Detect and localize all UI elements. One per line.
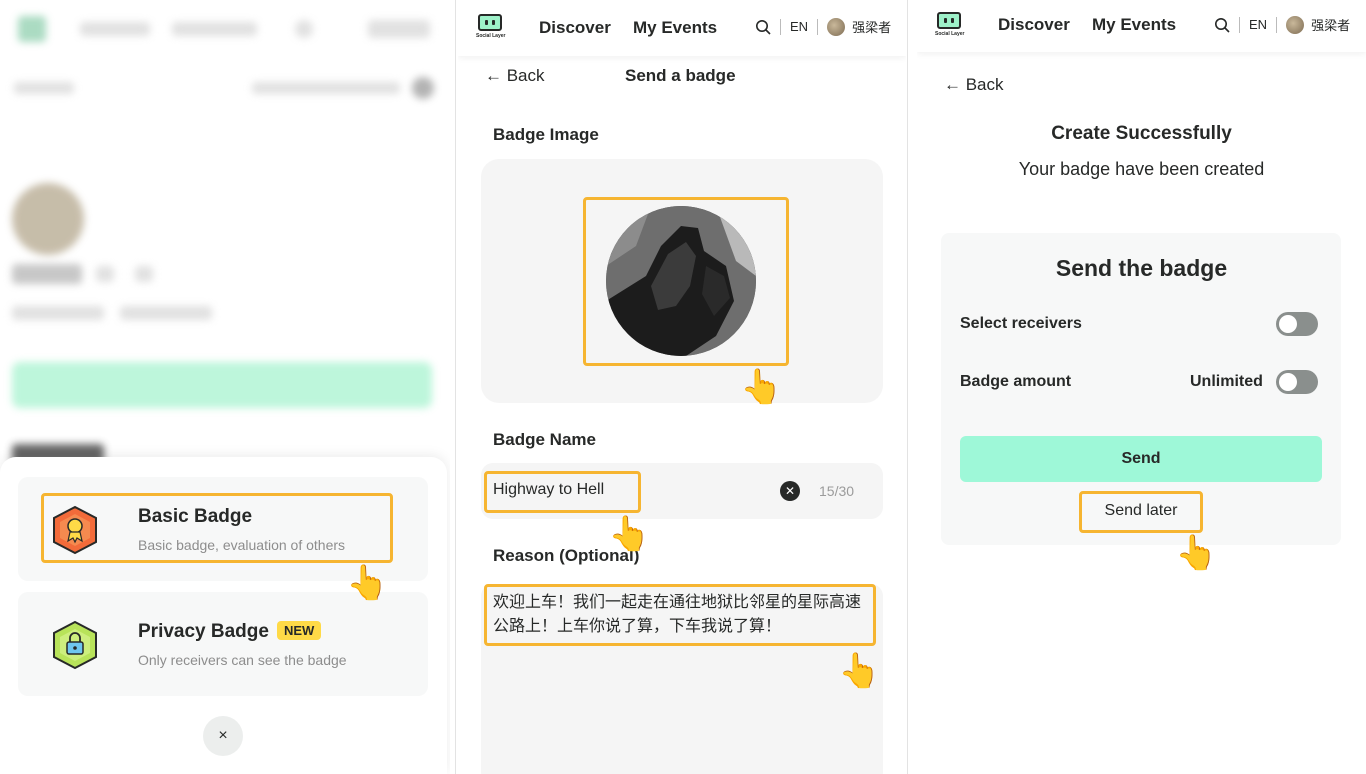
- send-later-button[interactable]: Send later: [1079, 491, 1203, 533]
- badge-name-label: Badge Name: [493, 430, 596, 449]
- badge-type-panel: Basic Badge Basic badge, evaluation of o…: [0, 0, 450, 774]
- avatar[interactable]: [1286, 15, 1305, 34]
- privacy-badge-desc: Only receivers can see the badge: [138, 652, 347, 668]
- nav-discover[interactable]: Discover: [539, 18, 611, 38]
- username[interactable]: 强梁者: [1311, 15, 1350, 34]
- badge-amount-value: Unlimited: [1190, 373, 1263, 390]
- send-badge-title: Send the badge: [1055, 255, 1228, 281]
- success-title: Create Successfully: [1051, 123, 1232, 144]
- username[interactable]: 强梁者: [852, 17, 891, 36]
- pointer-hand-icon: 👆: [608, 515, 651, 553]
- pointer-hand-icon: 👆: [1175, 534, 1218, 572]
- header-right: EN 强梁者: [1214, 15, 1350, 34]
- privacy-badge-title-wrap: Privacy Badge NEW: [138, 621, 322, 643]
- success-subtitle: Your badge have been created: [1018, 159, 1265, 179]
- pointer-hand-icon: 👆: [740, 368, 783, 406]
- basic-badge-desc: Basic badge, evaluation of others: [138, 537, 346, 553]
- panel-divider: [455, 0, 456, 774]
- panel-divider: [907, 0, 908, 774]
- nav-discover[interactable]: Discover: [998, 15, 1070, 35]
- create-success-panel: Social Layer Discover My Events EN 强梁者 ←…: [917, 0, 1366, 774]
- page-title: Send a badge: [625, 66, 736, 85]
- select-receivers-label: Select receivers: [960, 315, 1082, 332]
- close-icon: ×: [218, 727, 228, 744]
- header-right: EN 强梁者: [755, 17, 891, 36]
- language-switch[interactable]: EN: [1249, 17, 1267, 32]
- social-layer-logo[interactable]: Social Layer: [476, 14, 506, 42]
- search-icon[interactable]: [1214, 17, 1230, 33]
- badge-amount-label: Badge amount: [960, 373, 1072, 390]
- language-switch[interactable]: EN: [790, 19, 808, 34]
- logo-text: Social Layer: [476, 33, 506, 39]
- nav-my-events[interactable]: My Events: [1092, 15, 1176, 35]
- top-header: Social Layer Discover My Events EN 强梁者: [458, 0, 906, 56]
- badge-image-upload[interactable]: [606, 206, 756, 356]
- pointer-hand-icon: 👆: [346, 564, 389, 602]
- back-button[interactable]: ← Back: [485, 66, 545, 86]
- logo-icon: [937, 12, 961, 29]
- social-layer-logo[interactable]: Social Layer: [935, 12, 965, 40]
- header-separator: [780, 18, 781, 35]
- header-separator: [817, 18, 819, 35]
- reason-textarea[interactable]: 欢迎上车！我们一起走在通往地狱比邻星的星际高速公路上！上车你说了算，下车我说了算…: [493, 591, 873, 639]
- send-button[interactable]: Send: [960, 436, 1322, 482]
- header-separator: [1239, 16, 1240, 33]
- badge-name-input[interactable]: Highway to Hell: [493, 481, 604, 499]
- badge-image-label: Badge Image: [493, 125, 599, 144]
- nav-my-events[interactable]: My Events: [633, 18, 717, 38]
- avatar[interactable]: [827, 17, 846, 36]
- basic-badge-title: Basic Badge: [138, 506, 253, 527]
- header-separator: [1276, 16, 1278, 33]
- select-receivers-toggle[interactable]: [1276, 312, 1318, 336]
- back-button[interactable]: ← Back: [944, 75, 1004, 95]
- logo-icon: [478, 14, 502, 31]
- privacy-badge-option[interactable]: Privacy Badge NEW Only receivers can see …: [18, 592, 428, 696]
- top-header: Social Layer Discover My Events EN 强梁者: [917, 0, 1366, 52]
- privacy-badge-icon: [53, 620, 97, 670]
- close-sheet-button[interactable]: ×: [203, 716, 243, 756]
- search-icon[interactable]: [755, 19, 771, 35]
- send-badge-panel: Social Layer Discover My Events EN 强梁者 ←…: [458, 0, 906, 774]
- badge-amount-toggle[interactable]: [1276, 370, 1318, 394]
- badge-image-art: [606, 206, 756, 356]
- clear-icon[interactable]: ✕: [780, 481, 800, 501]
- char-counter: 15/30: [819, 483, 855, 499]
- pointer-hand-icon: 👆: [838, 652, 881, 690]
- basic-badge-icon: [53, 505, 97, 555]
- logo-text: Social Layer: [935, 31, 965, 37]
- new-badge: NEW: [276, 621, 322, 640]
- privacy-badge-title: Privacy Badge: [138, 621, 269, 642]
